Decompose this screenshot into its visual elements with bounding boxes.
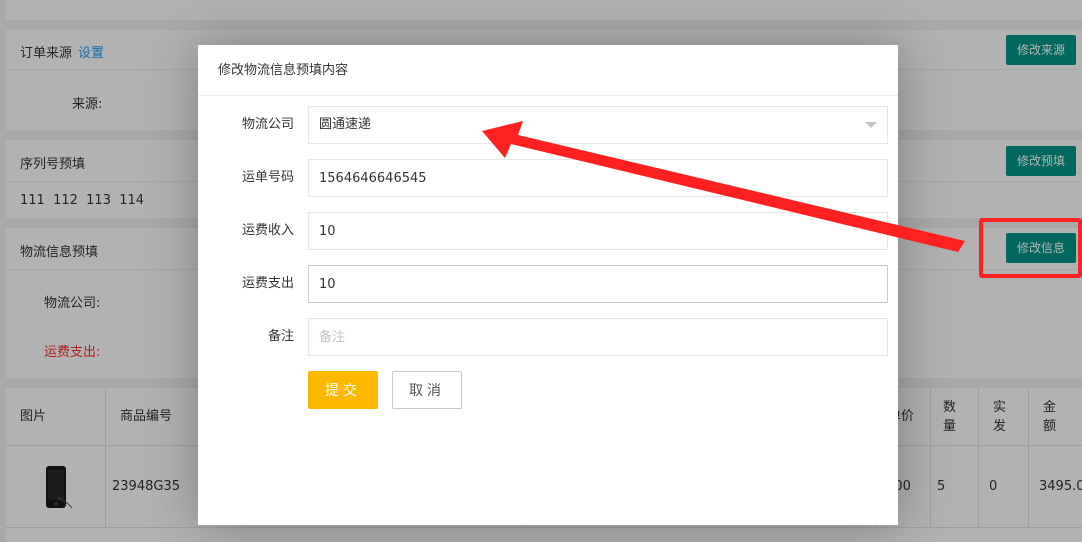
freight-income-label: 运费收入	[241, 223, 294, 238]
freight-expense-label: 运费支出	[241, 276, 294, 291]
company-label: 物流公司	[241, 117, 294, 132]
cancel-button[interactable]: 取消	[392, 371, 462, 409]
submit-button[interactable]: 提交	[308, 371, 378, 409]
modal-title: 修改物流信息预填内容	[198, 45, 898, 96]
edit-logistics-modal: 修改物流信息预填内容 物流公司 圆通速递 运单号码 运费收入 运费支出 备注 提…	[198, 45, 898, 525]
remark-label: 备注	[267, 329, 294, 344]
freight-income-input[interactable]	[308, 212, 888, 250]
company-select[interactable]: 圆通速递	[308, 106, 888, 144]
company-select-value: 圆通速递	[319, 117, 372, 132]
tracking-number-label: 运单号码	[241, 170, 294, 185]
remark-input[interactable]	[308, 318, 888, 356]
freight-expense-input[interactable]	[308, 265, 888, 303]
annotation-highlight-box	[979, 218, 1082, 278]
chevron-down-icon	[865, 122, 877, 128]
tracking-number-input[interactable]	[308, 159, 888, 197]
